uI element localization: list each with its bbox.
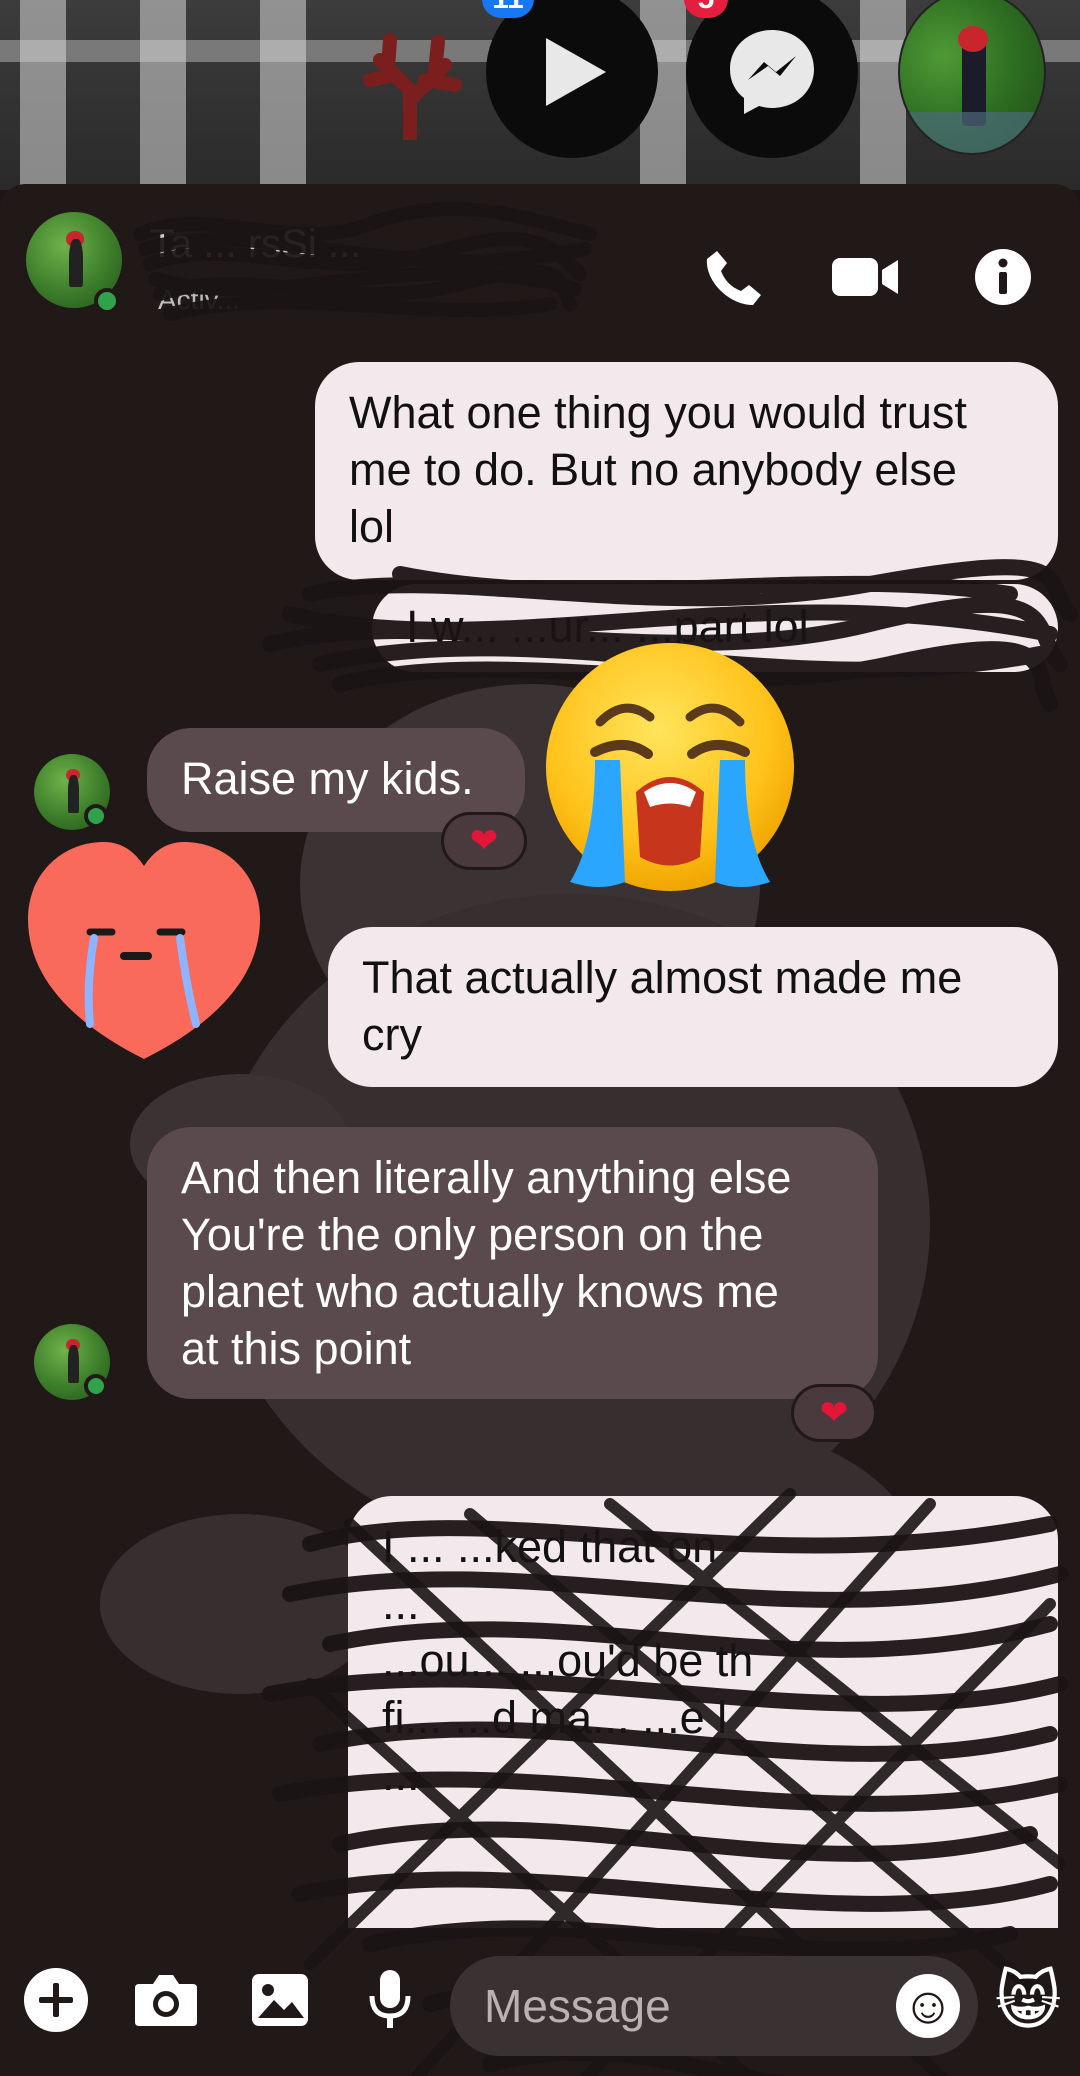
outgoing-message[interactable]: That actually almost made me cry: [328, 927, 1058, 1087]
cat-sticker-button[interactable]: 😸: [990, 1956, 1066, 2046]
water: [900, 112, 1044, 153]
video-camera-icon: [832, 258, 898, 296]
online-indicator: [84, 804, 108, 828]
notification-badge: 11: [482, 0, 534, 18]
name-redaction-scribble: [133, 201, 597, 321]
video-chat-head[interactable]: 11: [482, 0, 658, 158]
contact-chat-head[interactable]: [898, 0, 1046, 155]
conversation-info-button[interactable]: [968, 242, 1038, 312]
emoji-button[interactable]: ☺: [896, 1974, 960, 2038]
microphone-icon: [369, 1970, 411, 2028]
message-input-container: ☺: [450, 1956, 978, 2056]
online-indicator: [94, 288, 120, 314]
person-hair: [958, 26, 988, 52]
heart-reaction[interactable]: ❤: [791, 1384, 877, 1442]
notification-badge: 5: [684, 0, 728, 18]
image-icon: [252, 1974, 308, 2026]
crying-heart-sticker: [28, 842, 260, 1059]
background-porch-post: [140, 0, 186, 190]
messenger-chat-head[interactable]: 5: [684, 0, 858, 158]
play-icon: [546, 38, 606, 106]
antler-decoration: [363, 33, 462, 140]
online-indicator: [84, 1374, 108, 1398]
conversation-header: Ta ... rsSi ... Activ...: [0, 184, 1080, 334]
chat-heads-strip: 11 5: [0, 0, 1080, 190]
voice-message-button[interactable]: [354, 1964, 426, 2036]
camera-button[interactable]: [130, 1964, 202, 2036]
background-porch-post: [260, 0, 306, 190]
phone-icon: [706, 251, 761, 305]
more-actions-button[interactable]: [20, 1964, 92, 2036]
heart-reaction[interactable]: ❤: [441, 812, 527, 870]
background-porch-post: [860, 0, 906, 190]
chat-panel: Ta ... rsSi ... Activ... What one thing …: [0, 184, 1080, 2076]
loudly-crying-face-sticker: [546, 643, 794, 891]
info-icon: [975, 249, 1031, 305]
plus-icon: [24, 1968, 88, 2032]
camera-icon: [135, 1975, 197, 2026]
message-input[interactable]: [484, 1956, 884, 2056]
voice-call-button[interactable]: [698, 242, 768, 312]
outgoing-message[interactable]: What one thing you would trust me to do.…: [315, 362, 1058, 580]
message-composer: ☺ 😸: [0, 1942, 1080, 2076]
background-porch-post: [20, 0, 66, 190]
incoming-message[interactable]: And then literally anything else You're …: [147, 1127, 878, 1399]
video-call-button[interactable]: [830, 242, 900, 312]
messenger-icon: [730, 30, 814, 114]
gallery-button[interactable]: [244, 1964, 316, 2036]
